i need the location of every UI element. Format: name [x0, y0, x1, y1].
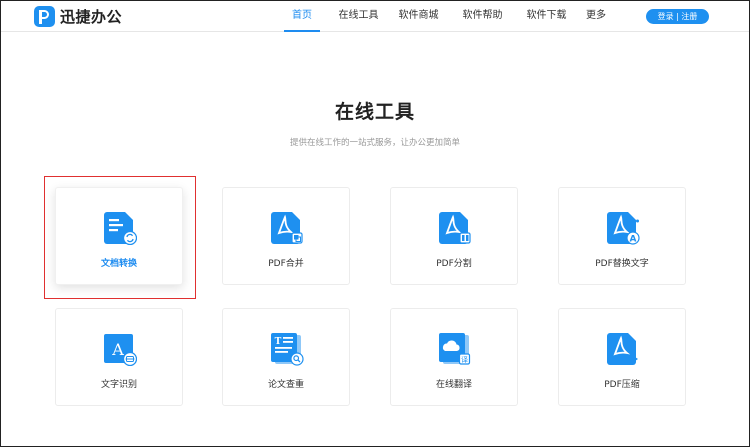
login-register-button[interactable]: 登录 | 注册 — [646, 9, 709, 24]
logo-icon — [34, 5, 55, 27]
pdf-merge-icon — [271, 212, 303, 244]
nav-online-tools[interactable]: 在线工具 — [330, 1, 387, 32]
page-subtitle: 提供在线工作的一站式服务，让办公更加简单 — [289, 138, 460, 148]
tool-label: 文字识别 — [100, 380, 137, 390]
tool-label: PDF合并 — [268, 259, 304, 269]
nav-software-download[interactable]: 软件下载 — [523, 1, 570, 32]
tool-label: PDF压缩 — [604, 380, 640, 390]
top-header: 迅捷办公 首页 在线工具 软件商城 软件帮助 软件下载 更多 登录 | 注册 — [1, 1, 749, 32]
nav-home[interactable]: 首页 — [284, 1, 320, 32]
tool-label: 在线翻译 — [435, 380, 472, 390]
tool-label: 文档转换 — [100, 259, 137, 269]
brand-name: 迅捷办公 — [60, 7, 123, 26]
tool-card-pdf-compress[interactable]: PDF压缩 — [558, 308, 686, 406]
online-translate-icon: 译 — [439, 333, 471, 365]
tool-label: PDF替换文字 — [595, 259, 649, 269]
svg-text:译: 译 — [461, 356, 468, 364]
pdf-split-icon — [439, 212, 471, 244]
tool-card-doc-convert[interactable]: 文档转换 — [55, 187, 183, 285]
svg-text:T: T — [275, 337, 282, 347]
tool-card-paper-check[interactable]: T 论文查重 — [222, 308, 350, 406]
paper-check-icon: T — [271, 333, 304, 366]
tool-card-pdf-replace-text[interactable]: A PDF替换文字 — [558, 187, 686, 285]
tool-card-pdf-merge[interactable]: PDF合并 — [222, 187, 350, 285]
svg-text:A: A — [630, 235, 637, 245]
nav-software-help[interactable]: 软件帮助 — [459, 1, 506, 32]
main-nav: 首页 在线工具 软件商城 软件帮助 软件下载 更多 — [284, 1, 611, 32]
page-title: 在线工具 — [334, 101, 415, 123]
svg-text:A: A — [111, 340, 124, 359]
nav-software-store[interactable]: 软件商城 — [395, 1, 442, 32]
brand-logo[interactable]: 迅捷办公 — [34, 5, 122, 27]
tool-label: PDF分割 — [436, 259, 472, 269]
tool-card-pdf-split[interactable]: PDF分割 — [390, 187, 518, 285]
tool-card-text-recognition[interactable]: A 文字识别 — [55, 308, 183, 406]
pdf-replace-text-icon: A — [607, 212, 640, 245]
tool-label: 论文查重 — [267, 380, 304, 390]
doc-convert-icon — [104, 212, 137, 245]
tool-card-online-translate[interactable]: 译 在线翻译 — [390, 308, 518, 406]
text-recognition-icon: A — [104, 334, 137, 366]
nav-more[interactable]: 更多 — [581, 1, 611, 32]
pdf-compress-icon — [607, 333, 638, 365]
